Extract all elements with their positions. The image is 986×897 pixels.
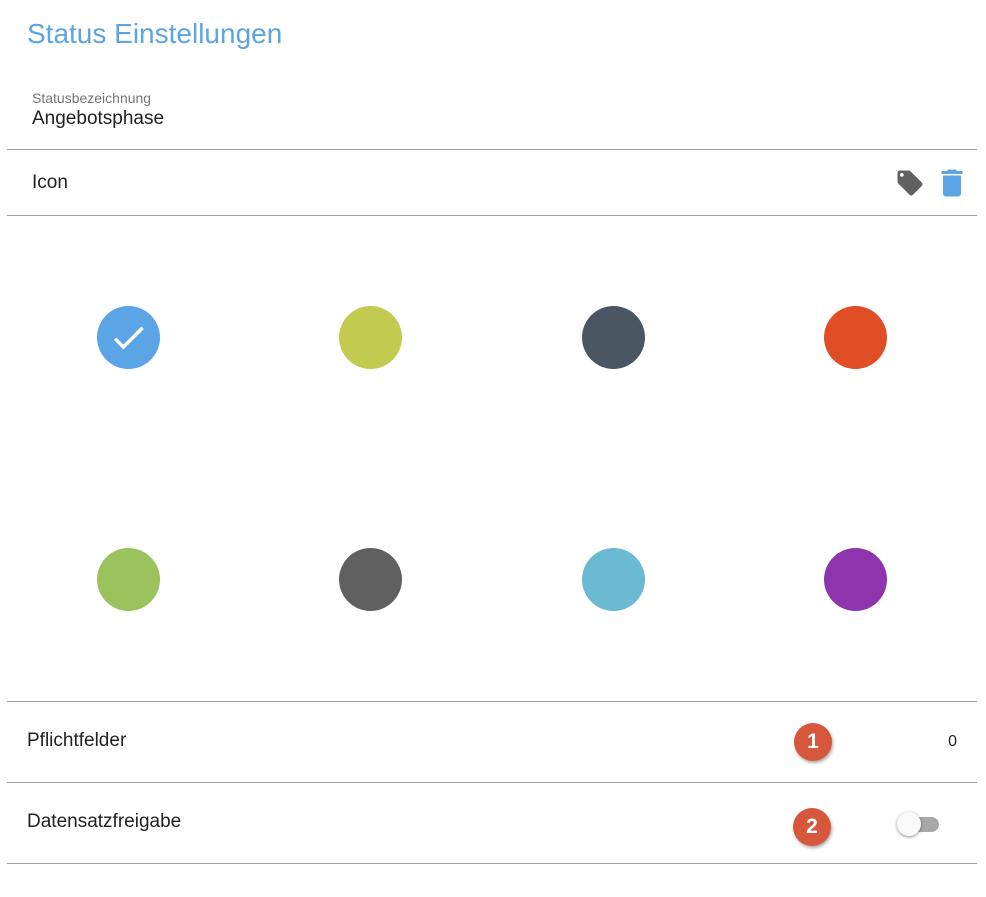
color-swatch-4[interactable] (823, 305, 887, 369)
checkmark-icon (113, 326, 144, 349)
record-release-toggle[interactable] (897, 812, 941, 836)
status-name-label: Statusbezeichnung (32, 90, 152, 106)
status-settings-page: Status Einstellungen Statusbezeichnung I… (0, 0, 986, 897)
icon-row: Icon (7, 150, 977, 216)
trash-icon[interactable] (939, 168, 965, 198)
status-name-field[interactable]: Statusbezeichnung (7, 80, 977, 150)
color-swatch-3[interactable] (581, 305, 645, 369)
callout-badge-2: 2 (793, 808, 831, 846)
color-swatch-7[interactable] (581, 547, 645, 611)
icon-label: Icon (32, 172, 68, 193)
page-title: Status Einstellungen (27, 18, 283, 49)
color-swatch-2[interactable] (338, 305, 402, 369)
required-fields-count: 0 (948, 733, 957, 750)
record-release-row: Datensatzfreigabe 2 (7, 782, 977, 864)
required-fields-row[interactable]: Pflichtfelder 1 0 (7, 701, 977, 782)
toggle-knob (897, 812, 921, 836)
color-swatch-8[interactable] (823, 547, 887, 611)
color-swatch-1[interactable] (96, 305, 160, 369)
required-fields-label: Pflichtfelder (27, 730, 127, 751)
tag-icon[interactable] (895, 168, 925, 198)
callout-badge-1: 1 (794, 723, 832, 761)
color-swatch-6[interactable] (338, 547, 402, 611)
color-swatch-5[interactable] (96, 547, 160, 611)
status-name-input[interactable] (32, 108, 632, 130)
record-release-label: Datensatzfreigabe (27, 811, 182, 832)
